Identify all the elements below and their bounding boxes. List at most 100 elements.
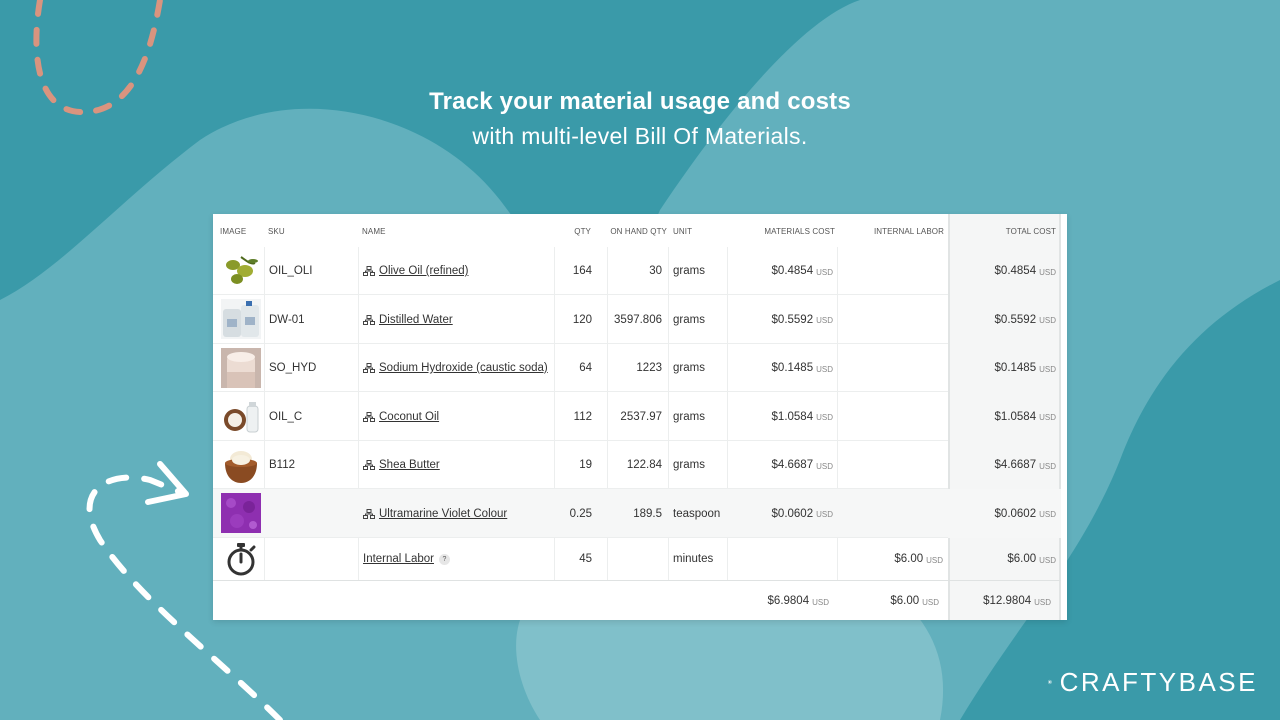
- currency-label: USD: [816, 267, 833, 277]
- currency-label: USD: [816, 461, 833, 471]
- table-row[interactable]: OIL_OLI Olive Oil (refined) 164 30 grams…: [213, 247, 1061, 295]
- name-cell[interactable]: Internal Labor ?: [363, 538, 450, 580]
- qty-cell: 112: [573, 410, 592, 423]
- materials-cost-cell: $0.4854 USD: [727, 247, 833, 295]
- materials-cost-cell: $1.0584 USD: [727, 392, 833, 441]
- unit-cell: grams: [673, 459, 705, 471]
- internal-labor-total-value: $6.00: [890, 595, 920, 607]
- total-cost-value: $4.6687: [994, 459, 1037, 471]
- table-row[interactable]: DW-01 Distilled Water 120 3597.806 grams…: [213, 295, 1061, 344]
- sku-cell: DW-01: [269, 313, 305, 326]
- currency-label: USD: [1039, 555, 1056, 565]
- header-materials-cost: MATERIALS COST: [764, 227, 835, 236]
- material-link[interactable]: Sodium Hydroxide (caustic soda): [379, 362, 548, 374]
- currency-label: USD: [1039, 461, 1056, 471]
- materials-cost-cell: $0.5592 USD: [727, 295, 833, 344]
- name-cell[interactable]: Shea Butter: [363, 441, 440, 489]
- total-cost-cell: $0.0602 USD: [948, 489, 1056, 538]
- on-hand-qty-cell: 3597.806: [614, 313, 662, 326]
- currency-label: USD: [816, 413, 833, 422]
- sku-cell: SO_HYD: [269, 362, 317, 374]
- currency-label: USD: [926, 555, 943, 565]
- stopwatch-icon: [227, 543, 256, 576]
- total-cost-value: $0.1485: [994, 362, 1037, 374]
- bom-hierarchy-icon: [363, 363, 375, 373]
- grand-total: $12.9804 USD: [948, 581, 1051, 621]
- unit-cell: minutes: [673, 553, 714, 565]
- material-link[interactable]: Ultramarine Violet Colour: [379, 508, 507, 520]
- totals-row: $6.9804 USD $6.00 USD $12.9804 USD: [213, 580, 1061, 621]
- total-cost-cell: $0.4854 USD: [948, 247, 1056, 295]
- materials-cost-value: $0.1485: [771, 362, 814, 374]
- name-cell[interactable]: Ultramarine Violet Colour: [363, 489, 507, 538]
- total-cost-cell: $4.6687 USD: [948, 441, 1056, 489]
- currency-label: USD: [1039, 316, 1056, 325]
- material-link[interactable]: Distilled Water: [379, 314, 453, 326]
- header-total-cost: TOTAL COST: [1005, 227, 1056, 236]
- name-cell[interactable]: Sodium Hydroxide (caustic soda): [363, 344, 548, 392]
- name-cell[interactable]: Coconut Oil: [363, 392, 439, 441]
- total-cost-value: $1.0584: [994, 410, 1037, 423]
- unit-cell: grams: [673, 362, 705, 374]
- bom-table-card: IMAGE SKU NAME QTY ON HAND QTY UNIT MATE…: [213, 214, 1067, 620]
- materials-cost-value: $0.5592: [771, 313, 814, 326]
- currency-label: USD: [816, 364, 833, 374]
- materials-cost-value: $4.6687: [771, 459, 814, 471]
- name-cell[interactable]: Distilled Water: [363, 295, 453, 344]
- headline-title: Track your material usage and costs: [429, 88, 851, 115]
- headline-subtitle: with multi-level Bill Of Materials.: [472, 123, 808, 149]
- unit-cell: grams: [673, 410, 705, 423]
- total-cost-value: $6.00: [1007, 553, 1037, 565]
- sku-cell: OIL_C: [269, 410, 303, 423]
- currency-label: USD: [812, 597, 829, 607]
- caustic-soda-image: [221, 348, 261, 388]
- currency-label: USD: [816, 510, 833, 519]
- qty-cell: 19: [579, 459, 592, 471]
- sku-cell: OIL_OLI: [269, 265, 313, 277]
- olives-image: [221, 251, 261, 291]
- on-hand-qty-cell: 122.84: [626, 459, 662, 471]
- coconut-image: [221, 396, 261, 436]
- materials-cost-total-value: $6.9804: [767, 595, 810, 607]
- violet-powder-image: [221, 493, 261, 533]
- materials-cost-cell: $0.1485 USD: [727, 344, 833, 392]
- header-qty: QTY: [574, 227, 591, 236]
- bom-hierarchy-icon: [363, 266, 375, 276]
- table-row[interactable]: OIL_C Coconut Oil 112 2537.97 grams $1.0…: [213, 392, 1061, 441]
- material-link[interactable]: Coconut Oil: [379, 411, 439, 423]
- internal-labor-link[interactable]: Internal Labor: [363, 553, 434, 565]
- qty-cell: 64: [579, 362, 592, 374]
- currency-label: USD: [1039, 267, 1056, 277]
- materials-cost-cell: $4.6687 USD: [727, 441, 833, 489]
- unit-cell: grams: [673, 313, 705, 326]
- craftybase-logo: CRAFTYBASE: [1048, 664, 1258, 700]
- unit-cell: grams: [673, 265, 705, 277]
- material-link[interactable]: Shea Butter: [379, 459, 440, 471]
- qty-cell: 120: [572, 313, 592, 326]
- internal-labor-total: $6.00 USD: [833, 581, 939, 621]
- table-row[interactable]: Ultramarine Violet Colour 0.25 189.5 tea…: [213, 489, 1061, 538]
- qty-cell: 0.25: [569, 507, 592, 520]
- table-row[interactable]: SO_HYD Sodium Hydroxide (caustic soda) 6…: [213, 344, 1061, 392]
- qty-cell: 164: [572, 265, 592, 277]
- unit-cell: teaspoon: [673, 507, 721, 520]
- help-icon[interactable]: ?: [438, 553, 450, 565]
- bom-hierarchy-icon: [363, 314, 375, 325]
- water-jugs-image: [221, 299, 261, 339]
- qty-cell: 45: [579, 553, 592, 565]
- logo-wordmark: CRAFTYBASE: [1059, 666, 1258, 697]
- currency-label: USD: [1039, 510, 1056, 519]
- internal-labor-cell: $6.00 USD: [837, 538, 943, 580]
- grand-total-value: $12.9804: [983, 595, 1032, 607]
- header-unit: UNIT: [673, 227, 693, 236]
- total-cost-cell: $0.1485 USD: [948, 344, 1056, 392]
- currency-label: USD: [1039, 364, 1056, 374]
- table-row[interactable]: B112 Shea Butter 19 122.84 grams $4.6687…: [213, 441, 1061, 489]
- material-link[interactable]: Olive Oil (refined): [379, 265, 468, 277]
- name-cell[interactable]: Olive Oil (refined): [363, 247, 468, 295]
- labor-row[interactable]: Internal Labor ? 45 minutes $6.00 USD $6.…: [213, 538, 1061, 580]
- materials-cost-cell: $0.0602 USD: [727, 489, 833, 538]
- materials-cost-value: $0.4854: [771, 265, 814, 277]
- total-cost-cell: $6.00 USD: [948, 538, 1056, 580]
- header-name: NAME: [362, 227, 386, 236]
